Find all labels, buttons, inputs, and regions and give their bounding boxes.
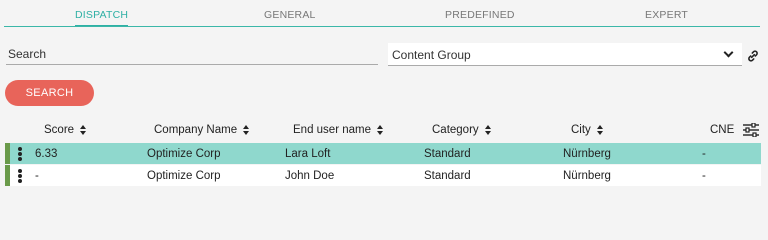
header-city-label: City bbox=[571, 124, 591, 136]
row-menu-icon[interactable] bbox=[18, 169, 22, 183]
table-header: Score Company Name End user name Categor… bbox=[5, 120, 761, 141]
cell-category: Standard bbox=[424, 148, 471, 160]
link-icon[interactable] bbox=[746, 49, 760, 63]
cell-category: Standard bbox=[424, 170, 471, 182]
header-city[interactable]: City bbox=[571, 124, 604, 136]
tab-general[interactable]: GENERAL bbox=[264, 9, 316, 21]
header-company-label: Company Name bbox=[154, 124, 238, 136]
cell-score: 6.33 bbox=[35, 148, 58, 160]
cell-city: Nürnberg bbox=[563, 170, 611, 182]
content-group-select[interactable]: Content Group bbox=[388, 43, 742, 66]
cell-company: Optimize Corp bbox=[147, 170, 221, 182]
cell-city: Nürnberg bbox=[563, 148, 611, 160]
sort-icon[interactable] bbox=[596, 124, 604, 135]
header-category-label: Category bbox=[432, 124, 479, 136]
sort-icon[interactable] bbox=[243, 124, 250, 135]
sort-icon[interactable] bbox=[377, 124, 384, 135]
cell-cne: - bbox=[702, 148, 706, 160]
header-cne[interactable]: CNE bbox=[710, 124, 734, 136]
search-button[interactable]: SEARCH bbox=[5, 80, 94, 106]
sort-icon[interactable] bbox=[484, 124, 492, 135]
header-company-name[interactable]: Company Name bbox=[154, 124, 250, 136]
tab-dispatch[interactable]: DISPATCH bbox=[75, 9, 129, 27]
header-cne-label: CNE bbox=[710, 124, 735, 136]
tab-underline bbox=[4, 26, 760, 27]
header-score[interactable]: Score bbox=[44, 124, 87, 136]
table-row[interactable]: - Optimize Corp John Doe Standard Nürnbe… bbox=[5, 165, 761, 186]
header-score-label: Score bbox=[44, 124, 75, 136]
chevron-down-icon bbox=[723, 47, 734, 58]
column-settings-icon[interactable] bbox=[742, 123, 760, 137]
cell-score: - bbox=[35, 170, 39, 182]
cell-cne: - bbox=[702, 170, 706, 182]
cell-company: Optimize Corp bbox=[147, 148, 221, 160]
sort-icon[interactable] bbox=[80, 124, 87, 135]
cell-end-user: John Doe bbox=[285, 170, 335, 182]
search-input[interactable] bbox=[6, 43, 378, 65]
header-end-user-name[interactable]: End user name bbox=[293, 124, 384, 136]
tab-expert[interactable]: EXPERT bbox=[645, 9, 688, 21]
content-group-value: Content Group bbox=[392, 48, 471, 62]
table-row[interactable]: 6.33 Optimize Corp Lara Loft Standard Nü… bbox=[5, 143, 761, 164]
header-category[interactable]: Category bbox=[432, 124, 492, 136]
cell-end-user: Lara Loft bbox=[285, 148, 331, 160]
tab-predefined[interactable]: PREDEFINED bbox=[445, 9, 515, 21]
tab-bar: DISPATCH GENERAL PREDEFINED EXPERT bbox=[0, 0, 760, 27]
row-menu-icon[interactable] bbox=[18, 147, 22, 161]
header-enduser-label: End user name bbox=[293, 124, 371, 136]
results-table: Score Company Name End user name Categor… bbox=[5, 120, 761, 186]
